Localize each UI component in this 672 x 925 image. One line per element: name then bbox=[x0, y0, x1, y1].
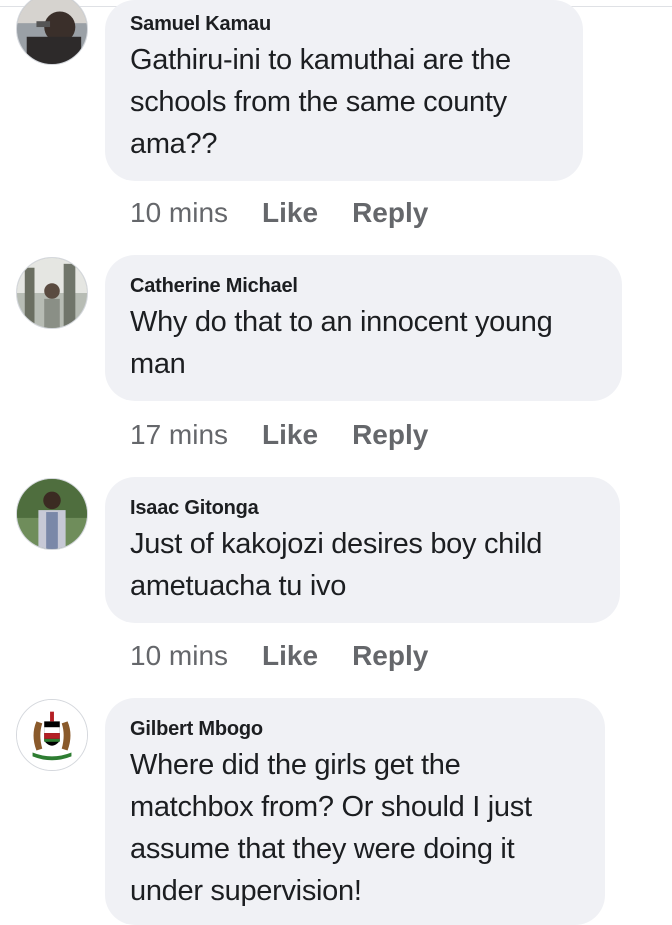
comment-text: Just of kakojozi desires boy child ametu… bbox=[130, 528, 543, 602]
comment-time[interactable]: 17 mins bbox=[130, 419, 228, 450]
reply-button[interactable]: Reply bbox=[352, 197, 428, 228]
coat-of-arms-icon bbox=[17, 700, 87, 770]
comment-author[interactable]: Isaac Gitonga bbox=[130, 496, 596, 520]
comment-time[interactable]: 10 mins bbox=[130, 197, 228, 228]
comment-author[interactable]: Catherine Michael bbox=[130, 274, 598, 298]
comment-author[interactable]: Samuel Kamau bbox=[130, 12, 559, 36]
comment-bubble: Samuel Kamau Gathiru-ini to kamuthai are… bbox=[105, 0, 583, 181]
comment-text: Gathiru-ini to kamuthai are the schools … bbox=[130, 44, 511, 160]
avatar-photo-icon bbox=[17, 479, 87, 549]
reply-button[interactable]: Reply bbox=[352, 640, 428, 671]
comment-actions: 17 mins Like Reply bbox=[130, 418, 428, 452]
comment-text: Why do that to an innocent young man bbox=[130, 306, 553, 380]
avatar[interactable] bbox=[16, 478, 88, 550]
avatar-photo-icon bbox=[17, 258, 87, 328]
comment-time[interactable]: 10 mins bbox=[130, 640, 228, 671]
comment-bubble: Catherine Michael Why do that to an inno… bbox=[105, 255, 622, 401]
reply-button[interactable]: Reply bbox=[352, 419, 428, 450]
avatar[interactable] bbox=[16, 699, 88, 771]
avatar[interactable] bbox=[16, 257, 88, 329]
like-button[interactable]: Like bbox=[262, 640, 318, 671]
avatar-photo-icon bbox=[17, 0, 87, 64]
comment-text: Where did the girls get the matchbox fro… bbox=[130, 749, 532, 907]
like-button[interactable]: Like bbox=[262, 419, 318, 450]
comment-actions: 10 mins Like Reply bbox=[130, 639, 428, 673]
comment-bubble: Isaac Gitonga Just of kakojozi desires b… bbox=[105, 477, 620, 623]
like-button[interactable]: Like bbox=[262, 197, 318, 228]
avatar[interactable] bbox=[16, 0, 88, 65]
comment-bubble: Gilbert Mbogo Where did the girls get th… bbox=[105, 698, 605, 925]
comment-author[interactable]: Gilbert Mbogo bbox=[130, 717, 581, 741]
comment-actions: 10 mins Like Reply bbox=[130, 196, 428, 230]
